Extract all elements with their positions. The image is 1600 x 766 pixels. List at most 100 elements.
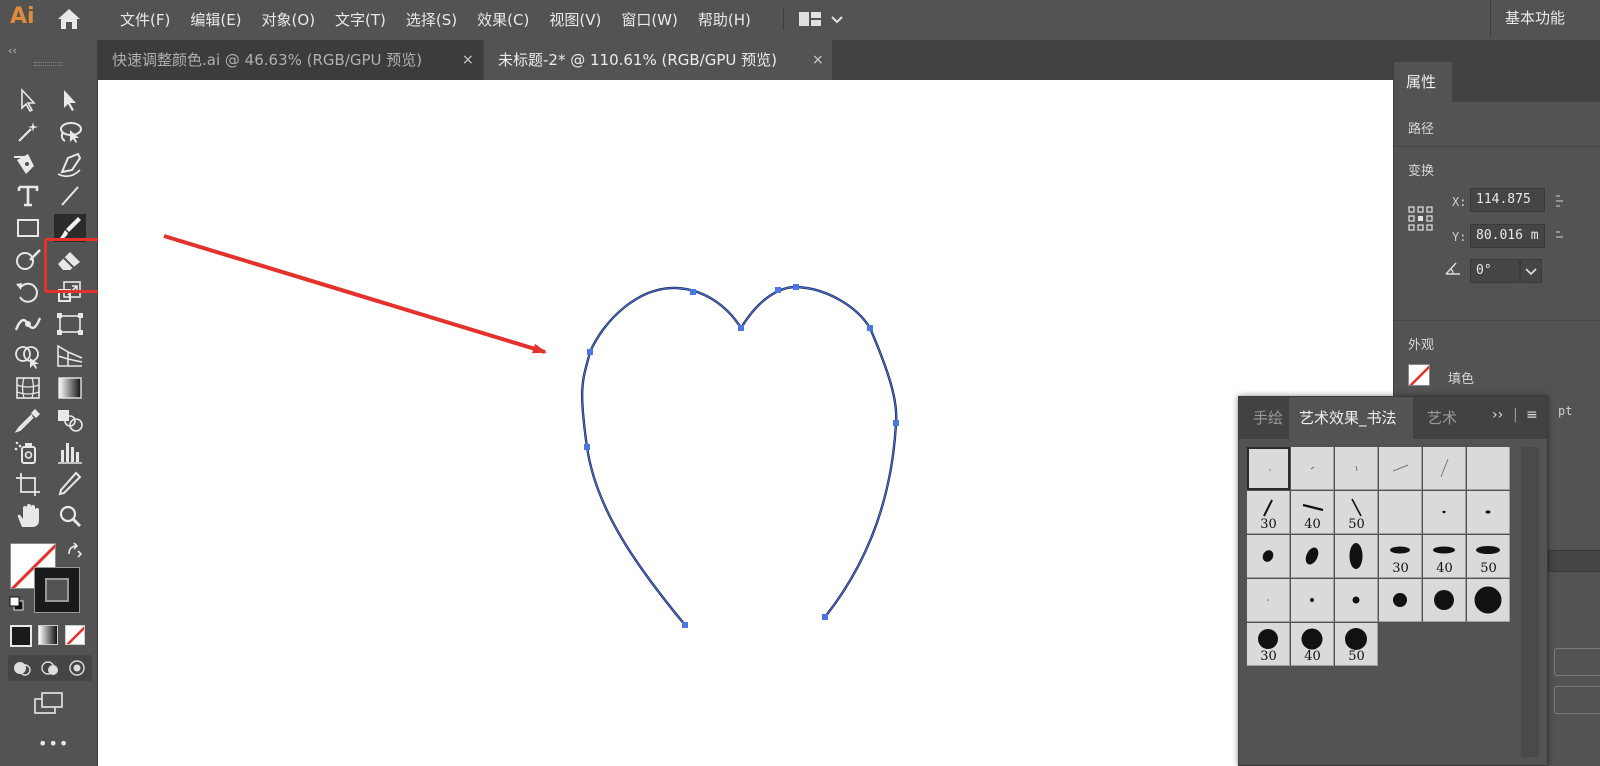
rotate-angle-input[interactable]: 0°: [1470, 259, 1520, 283]
partial-field[interactable]: [1548, 550, 1600, 572]
swap-fill-stroke-icon[interactable]: [66, 542, 84, 558]
tab-properties[interactable]: 属性: [1394, 62, 1452, 102]
color-mode-button[interactable]: [10, 625, 32, 647]
anchor-point[interactable]: [587, 349, 593, 355]
tab-document-1[interactable]: 快速调整颜色.ai @ 46.63% (RGB/GPU 预览) ×: [98, 40, 482, 80]
perspective-grid-tool-icon[interactable]: [54, 342, 86, 370]
menu-file[interactable]: 文件(F): [110, 9, 180, 30]
menu-effect[interactable]: 效果(C): [467, 9, 539, 30]
brush-swatch[interactable]: 50: [1467, 535, 1510, 578]
tab-document-2[interactable]: 未标题-2* @ 110.61% (RGB/GPU 预览) ×: [484, 40, 832, 80]
curvature-tool-icon[interactable]: [54, 150, 86, 178]
toolbar-grip[interactable]: [34, 62, 62, 66]
brush-swatch[interactable]: 40: [1423, 535, 1466, 578]
slice-tool-icon[interactable]: [54, 470, 86, 498]
shaper-tool-icon[interactable]: [12, 246, 44, 274]
menu-edit[interactable]: 编辑(E): [180, 9, 251, 30]
brush-swatch[interactable]: [1335, 535, 1378, 578]
brush-swatch[interactable]: [1291, 447, 1334, 490]
brush-swatch[interactable]: [1247, 579, 1290, 622]
draw-normal-icon[interactable]: [12, 659, 32, 677]
tab-freehand[interactable]: 手绘: [1239, 397, 1289, 439]
none-mode-button[interactable]: [65, 625, 85, 645]
pen-tool-icon[interactable]: [12, 150, 44, 178]
menu-view[interactable]: 视图(V): [539, 9, 611, 30]
hand-tool-icon[interactable]: [12, 502, 44, 530]
close-icon[interactable]: ×: [812, 40, 824, 80]
screen-mode-icon[interactable]: [32, 690, 66, 716]
rectangle-tool-icon[interactable]: [12, 214, 44, 242]
stroke-swatch[interactable]: [34, 567, 80, 613]
brush-swatch[interactable]: [1247, 535, 1290, 578]
menu-help[interactable]: 帮助(H): [688, 9, 761, 30]
y-position-input[interactable]: 80.016 m: [1470, 224, 1545, 248]
menu-object[interactable]: 对象(O): [252, 9, 326, 30]
arrange-documents-icon[interactable]: [798, 9, 848, 29]
fill-swatch[interactable]: [1408, 364, 1430, 386]
menu-select[interactable]: 选择(S): [396, 9, 467, 30]
tab-art[interactable]: 艺术: [1415, 397, 1465, 439]
brush-swatch[interactable]: [1335, 579, 1378, 622]
free-transform-tool-icon[interactable]: [54, 310, 86, 338]
anchor-point[interactable]: [893, 420, 899, 426]
anchor-point[interactable]: [822, 614, 828, 620]
shape-builder-tool-icon[interactable]: [12, 342, 44, 370]
anchor-point[interactable]: [867, 325, 873, 331]
heart-path[interactable]: [580, 285, 898, 626]
artboard-tool-icon[interactable]: [12, 470, 44, 498]
blend-tool-icon[interactable]: [54, 406, 86, 434]
brush-swatch[interactable]: [1467, 491, 1510, 534]
close-icon[interactable]: ×: [462, 40, 474, 80]
brush-swatch[interactable]: [1423, 491, 1466, 534]
anchor-point[interactable]: [584, 444, 590, 450]
brush-swatch[interactable]: [1335, 447, 1378, 490]
brush-swatch[interactable]: [1379, 447, 1422, 490]
draw-behind-icon[interactable]: [40, 659, 60, 677]
tab-art-calligraphy[interactable]: 艺术效果_书法: [1289, 397, 1413, 439]
anchor-point[interactable]: [690, 289, 696, 295]
more-tools-icon[interactable]: •••: [38, 734, 69, 753]
width-tool-icon[interactable]: [12, 310, 44, 338]
gradient-tool-icon[interactable]: [54, 374, 86, 402]
gradient-mode-button[interactable]: [38, 625, 58, 645]
selection-tool-icon[interactable]: [12, 86, 44, 114]
brush-swatch[interactable]: [1379, 491, 1422, 534]
brush-swatch[interactable]: [1467, 447, 1510, 490]
panel-menu-button[interactable]: ≡: [1526, 407, 1538, 423]
type-tool-icon[interactable]: [12, 182, 44, 210]
brush-swatch[interactable]: 50: [1335, 491, 1378, 534]
brush-swatch[interactable]: [1467, 579, 1510, 622]
partial-button[interactable]: [1554, 686, 1600, 714]
symbol-sprayer-tool-icon[interactable]: [12, 438, 44, 466]
anchor-point[interactable]: [775, 287, 781, 293]
rotate-tool-icon[interactable]: [12, 278, 44, 306]
partial-button[interactable]: [1554, 648, 1600, 676]
brush-swatch[interactable]: [1423, 447, 1466, 490]
reference-point-icon[interactable]: [1408, 206, 1434, 232]
anchor-point[interactable]: [682, 622, 688, 628]
workspace-switcher[interactable]: 基本功能: [1490, 0, 1565, 38]
brush-swatch[interactable]: [1247, 447, 1290, 490]
zoom-tool-icon[interactable]: [54, 502, 86, 530]
anchor-point[interactable]: [738, 325, 744, 331]
line-segment-tool-icon[interactable]: [54, 182, 86, 210]
brush-swatch[interactable]: [1291, 535, 1334, 578]
anchor-point[interactable]: [793, 284, 799, 290]
lasso-tool-icon[interactable]: [54, 118, 86, 146]
mesh-tool-icon[interactable]: [12, 374, 44, 402]
brush-swatch[interactable]: [1379, 579, 1422, 622]
brush-swatch[interactable]: 30: [1379, 535, 1422, 578]
angle-dropdown-button[interactable]: [1520, 259, 1542, 283]
home-icon[interactable]: [55, 6, 83, 32]
brush-swatch[interactable]: [1423, 579, 1466, 622]
brush-swatch[interactable]: 30: [1247, 491, 1290, 534]
brush-swatch[interactable]: 40: [1291, 623, 1334, 666]
menu-type[interactable]: 文字(T): [325, 9, 396, 30]
brush-swatch[interactable]: 30: [1247, 623, 1290, 666]
collapse-toolbar-button[interactable]: ‹‹: [8, 44, 17, 57]
default-fill-stroke-icon[interactable]: [9, 596, 25, 612]
expand-panel-button[interactable]: ››: [1492, 407, 1503, 423]
brushes-scrollbar[interactable]: [1521, 447, 1539, 757]
menu-window[interactable]: 窗口(W): [611, 9, 688, 30]
column-graph-tool-icon[interactable]: [54, 438, 86, 466]
